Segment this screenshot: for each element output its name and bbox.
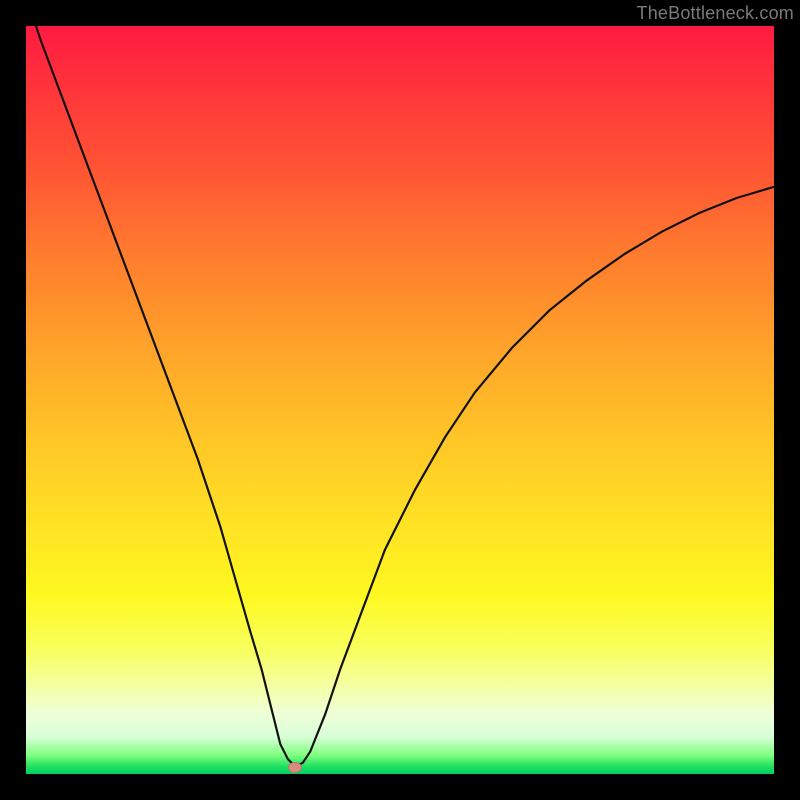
bottleneck-point-marker: [288, 762, 302, 773]
chart-frame: TheBottleneck.com: [0, 0, 800, 800]
plot-area: [26, 26, 774, 774]
watermark-text: TheBottleneck.com: [637, 3, 794, 24]
bottleneck-curve: [26, 26, 774, 774]
